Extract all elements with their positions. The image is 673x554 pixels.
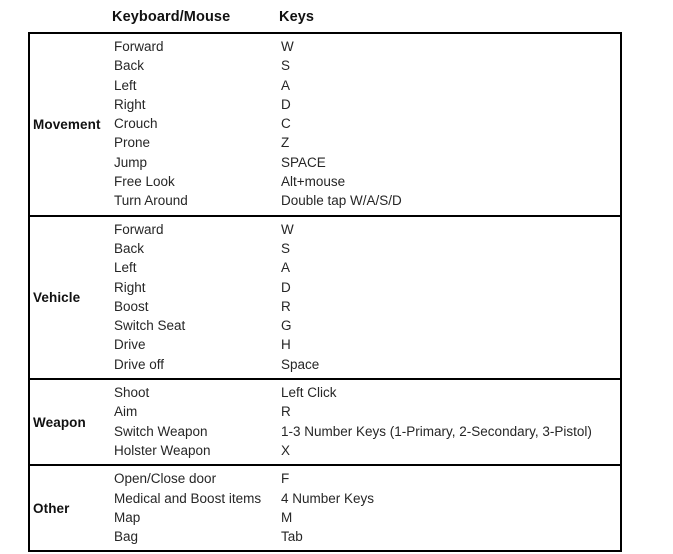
key-binding-value: R [281, 404, 291, 420]
key-binding-value: D [281, 96, 291, 112]
section-label-movement: Movement [33, 116, 101, 132]
action-label: Drive [114, 337, 146, 353]
action-label: Boost [114, 298, 149, 314]
section-label-vehicle: Vehicle [33, 289, 81, 305]
action-label: Prone [114, 135, 151, 151]
action-label: Back [114, 58, 145, 74]
key-binding-value: W [281, 39, 294, 54]
table-row: Prone Z [112, 133, 620, 152]
key-binding-value: Double tap W/A/S/D [281, 193, 402, 209]
table-row: Free Look Alt+mouse [112, 172, 620, 191]
key-binding-value: 4 Number Keys [281, 490, 375, 506]
action-label: Jump [114, 154, 148, 170]
action-label: Free Look [114, 174, 175, 190]
table-row: Forward W [112, 37, 620, 56]
key-binding-value: H [281, 337, 291, 353]
key-binding-value: S [281, 58, 291, 74]
key-binding-value: D [281, 279, 291, 295]
table-row: Holster Weapon X [112, 441, 620, 460]
action-label: Forward [114, 39, 164, 54]
header-keys-column: Keys [279, 9, 315, 25]
table-row: Bag Tab [112, 527, 620, 546]
action-label: Holster Weapon [114, 442, 211, 458]
action-label: Switch Weapon [114, 423, 208, 439]
key-binding-value: Z [281, 135, 290, 151]
key-binding-value: S [281, 240, 291, 256]
table-row: Jump SPACE [112, 153, 620, 172]
action-label: Right [114, 96, 146, 112]
table-row: Aim R [112, 402, 620, 421]
table-row: Back S [112, 56, 620, 75]
action-label: Switch Seat [114, 318, 186, 334]
key-binding-value: C [281, 116, 291, 132]
key-binding-value: Space [281, 356, 320, 372]
table-row: Medical and Boost items 4 Number Keys [112, 489, 620, 508]
key-binding-value: X [281, 442, 291, 458]
key-binding-value: SPACE [281, 154, 326, 170]
action-label: Back [114, 240, 145, 256]
key-binding-value: Left Click [281, 385, 337, 401]
section-rows: Forward W Back S Left A Right D Crouch C Prone Z Jum… [112, 34, 620, 215]
controls-reference-sheet: Keyboard/Mouse Keys Movement Forward W Back… [0, 0, 673, 554]
section-label-weapon: Weapon [33, 414, 86, 430]
table-row: Left A [112, 258, 620, 277]
table-row: Right D [112, 95, 620, 114]
table-row: Left A [112, 76, 620, 95]
table-section: Other Open/Close door F Medical and Boost i… [30, 466, 620, 550]
table-row: Forward W [112, 220, 620, 239]
action-label: Left [114, 260, 137, 276]
section-rows: Forward W Back S Left A Right D Boost R Switch Sea… [112, 217, 620, 378]
table-row: Back S [112, 239, 620, 258]
action-label: Turn Around [114, 193, 188, 209]
table-row: Switch Weapon 1-3 Number Keys (1-Primary,… [112, 422, 620, 441]
key-binding-value: 1-3 Number Keys (1-Primary, 2-Secondary,… [281, 423, 592, 439]
table-section: Movement Forward W Back S Left A Right D Crouch C P… [30, 34, 620, 217]
table-header-row: Keyboard/Mouse Keys [28, 8, 622, 30]
table-row: Switch Seat G [112, 316, 620, 335]
action-label: Bag [114, 529, 139, 545]
table-row: Right D [112, 278, 620, 297]
table-row: Drive H [112, 335, 620, 354]
action-label: Crouch [114, 116, 158, 132]
table-row: Boost R [112, 297, 620, 316]
action-label: Map [114, 509, 141, 525]
action-label: Forward [114, 221, 164, 237]
key-binding-value: Alt+mouse [281, 174, 346, 190]
key-binding-value: M [281, 509, 293, 525]
action-label: Left [114, 77, 137, 93]
table-row: Crouch C [112, 114, 620, 133]
table-row: Shoot Left Click [112, 383, 620, 402]
key-binding-value: R [281, 298, 291, 314]
key-binding-value: Tab [281, 529, 303, 545]
action-label: Right [114, 279, 146, 295]
key-binding-value: A [281, 77, 291, 93]
key-binding-value: W [281, 221, 294, 237]
action-label: Aim [114, 404, 138, 420]
header-keyboard-mouse-column: Keyboard/Mouse [112, 9, 231, 25]
section-rows: Open/Close door F Medical and Boost items 4… [112, 466, 620, 550]
table-row: Map M [112, 508, 620, 527]
section-rows: Shoot Left Click Aim R Switch Weapon 1-3 Numb… [112, 380, 620, 464]
table-row: Turn Around Double tap W/A/S/D [112, 191, 620, 210]
controls-table: Movement Forward W Back S Left A Right D Crouch C P… [28, 32, 622, 553]
key-binding-value: G [281, 318, 292, 334]
key-binding-value: F [281, 471, 290, 487]
key-binding-value: A [281, 260, 291, 276]
section-label-other: Other [33, 500, 70, 516]
table-row: Open/Close door F [112, 469, 620, 488]
action-label: Medical and Boost items [114, 490, 262, 506]
table-section: Vehicle Forward W Back S Left A Right D Boost R Swi… [30, 217, 620, 381]
table-row: Drive off Space [112, 355, 620, 374]
action-label: Open/Close door [114, 471, 217, 487]
action-label: Shoot [114, 385, 150, 401]
table-section: Weapon Shoot Left Click Aim R Switch Weapon 1-… [30, 380, 620, 467]
action-label: Drive off [114, 356, 165, 372]
